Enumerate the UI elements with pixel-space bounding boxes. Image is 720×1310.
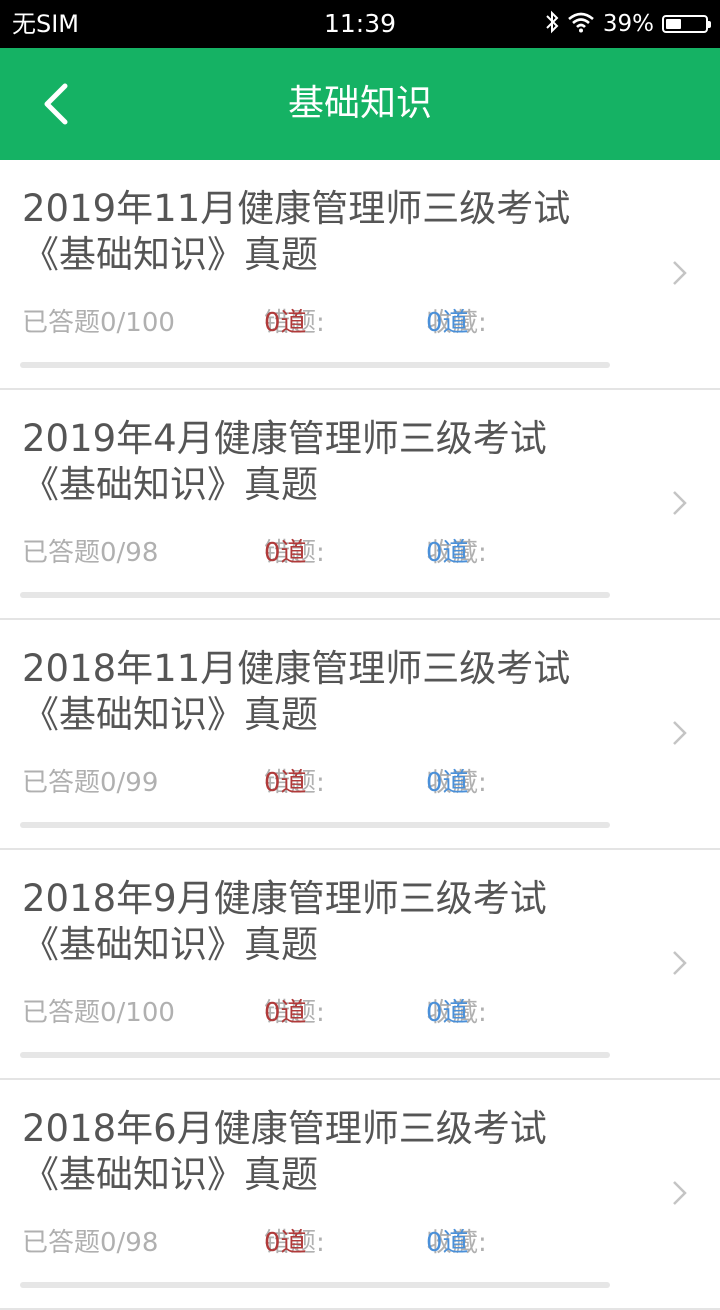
battery-percent: 39% bbox=[602, 11, 654, 37]
list-item[interactable]: 2018年11月健康管理师三级考试 《基础知识》真题 已答题0/99 错题: 0道… bbox=[0, 620, 720, 850]
list-item[interactable]: 2018年6月健康管理师三级考试 《基础知识》真题 已答题0/98 错题: 0道 … bbox=[0, 1080, 720, 1310]
status-bar: 无SIM 11:39 39% bbox=[0, 0, 720, 48]
exam-stats: 已答题0/98 错题: 0道 收藏: 0道 bbox=[22, 536, 622, 570]
list-item[interactable]: 2019年11月健康管理师三级考试 《基础知识》真题 已答题0/100 错题: 0… bbox=[0, 160, 720, 390]
favorite-value: 0道 bbox=[426, 308, 469, 338]
exam-stats: 已答题0/98 错题: 0道 收藏: 0道 bbox=[22, 1226, 622, 1260]
exam-title: 2018年9月健康管理师三级考试 《基础知识》真题 bbox=[22, 876, 622, 968]
exam-stats: 已答题0/100 错题: 0道 收藏: 0道 bbox=[22, 996, 622, 1030]
list-item[interactable]: 2019年4月健康管理师三级考试 《基础知识》真题 已答题0/98 错题: 0道 … bbox=[0, 390, 720, 620]
wrong-value: 0道 bbox=[264, 768, 307, 798]
status-icons: 39% bbox=[545, 9, 711, 39]
exam-title-line2: 《基础知识》真题 bbox=[22, 1153, 318, 1196]
answered-count: 已答题0/100 bbox=[22, 308, 175, 338]
page-title: 基础知识 bbox=[287, 83, 432, 124]
progress-bar bbox=[20, 592, 610, 598]
exam-title-line1: 2018年6月健康管理师三级考试 bbox=[22, 1107, 547, 1150]
wifi-icon bbox=[567, 11, 595, 37]
chevron-right-icon bbox=[673, 721, 687, 745]
exam-stats: 已答题0/99 错题: 0道 收藏: 0道 bbox=[22, 766, 622, 800]
progress-bar bbox=[20, 822, 610, 828]
answered-count: 已答题0/98 bbox=[22, 538, 159, 568]
wrong-value: 0道 bbox=[264, 308, 307, 338]
exam-list: 2019年11月健康管理师三级考试 《基础知识》真题 已答题0/100 错题: 0… bbox=[0, 160, 720, 1310]
chevron-right-icon bbox=[673, 951, 687, 975]
exam-title: 2019年4月健康管理师三级考试 《基础知识》真题 bbox=[22, 416, 622, 508]
answered-count: 已答题0/98 bbox=[22, 1228, 159, 1258]
back-button[interactable] bbox=[22, 70, 90, 138]
favorite-value: 0道 bbox=[426, 998, 469, 1028]
exam-title-line2: 《基础知识》真题 bbox=[22, 233, 318, 276]
nav-bar: 基础知识 bbox=[0, 48, 720, 160]
chevron-right-icon bbox=[673, 261, 687, 285]
exam-title-line1: 2018年9月健康管理师三级考试 bbox=[22, 877, 547, 920]
wrong-value: 0道 bbox=[264, 998, 307, 1028]
progress-bar bbox=[20, 1282, 610, 1288]
list-item[interactable]: 2018年9月健康管理师三级考试 《基础知识》真题 已答题0/100 错题: 0道… bbox=[0, 850, 720, 1080]
wrong-value: 0道 bbox=[264, 1228, 307, 1258]
favorite-value: 0道 bbox=[426, 768, 469, 798]
exam-title-line1: 2018年11月健康管理师三级考试 bbox=[22, 647, 571, 690]
answered-count: 已答题0/100 bbox=[22, 998, 175, 1028]
battery-icon bbox=[662, 15, 711, 33]
favorite-value: 0道 bbox=[426, 538, 469, 568]
chevron-right-icon bbox=[673, 491, 687, 515]
exam-title: 2018年11月健康管理师三级考试 《基础知识》真题 bbox=[22, 646, 622, 738]
battery-level bbox=[666, 19, 681, 29]
chevron-left-icon bbox=[44, 83, 68, 125]
bluetooth-icon bbox=[545, 10, 559, 38]
exam-title-line2: 《基础知识》真题 bbox=[22, 463, 318, 506]
chevron-right-icon bbox=[673, 1181, 687, 1205]
exam-title: 2019年11月健康管理师三级考试 《基础知识》真题 bbox=[22, 186, 622, 278]
exam-title-line2: 《基础知识》真题 bbox=[22, 693, 318, 736]
exam-title-line1: 2019年4月健康管理师三级考试 bbox=[22, 417, 547, 460]
answered-count: 已答题0/99 bbox=[22, 768, 159, 798]
progress-bar bbox=[20, 1052, 610, 1058]
progress-bar bbox=[20, 362, 610, 368]
exam-title-line2: 《基础知识》真题 bbox=[22, 923, 318, 966]
wrong-value: 0道 bbox=[264, 538, 307, 568]
favorite-value: 0道 bbox=[426, 1228, 469, 1258]
exam-title-line1: 2019年11月健康管理师三级考试 bbox=[22, 187, 571, 230]
exam-title: 2018年6月健康管理师三级考试 《基础知识》真题 bbox=[22, 1106, 622, 1198]
exam-stats: 已答题0/100 错题: 0道 收藏: 0道 bbox=[22, 306, 622, 340]
